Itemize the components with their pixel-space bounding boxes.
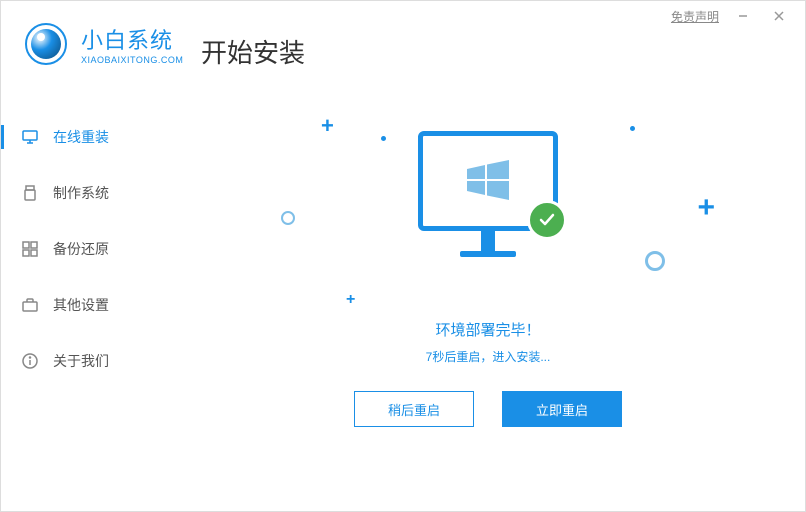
minimize-button[interactable] <box>731 4 755 28</box>
info-icon <box>21 352 39 370</box>
restart-now-button[interactable]: 立即重启 <box>502 391 622 427</box>
titlebar: 免责声明 <box>671 1 805 31</box>
disclaimer-link[interactable]: 免责声明 <box>671 8 719 25</box>
sidebar-item-about[interactable]: 关于我们 <box>21 333 161 389</box>
windows-icon <box>463 159 513 203</box>
sidebar: 在线重装 制作系统 备份还原 其他设置 关于我们 <box>1 109 161 389</box>
main-content: + + + 环境部署完毕！ 7秒后重启，进入安装... <box>201 101 775 481</box>
close-button[interactable] <box>767 4 791 28</box>
status: 环境部署完毕！ 7秒后重启，进入安装... <box>201 319 775 365</box>
page-title: 开始安装 <box>201 33 305 70</box>
brand-domain: XIAOBAIXITONG.COM <box>81 55 183 65</box>
sidebar-item-label: 关于我们 <box>53 351 109 371</box>
circle-icon <box>281 211 295 225</box>
briefcase-icon <box>21 296 39 314</box>
illustration: + + + <box>201 101 775 301</box>
header: 小白系统 XIAOBAIXITONG.COM <box>25 23 183 65</box>
brand: 小白系统 XIAOBAIXITONG.COM <box>81 23 183 65</box>
sidebar-item-make-system[interactable]: 制作系统 <box>21 165 161 221</box>
sidebar-item-label: 制作系统 <box>53 183 109 203</box>
plus-icon: + <box>697 191 715 225</box>
monitor-icon <box>21 128 39 146</box>
plus-icon: + <box>346 291 355 309</box>
usb-icon <box>21 184 39 202</box>
monitor-illustration <box>418 131 558 257</box>
logo-icon <box>25 23 67 65</box>
status-title: 环境部署完毕！ <box>201 319 775 340</box>
plus-icon: + <box>321 113 334 139</box>
sidebar-item-backup[interactable]: 备份还原 <box>21 221 161 277</box>
dot-icon <box>381 136 386 141</box>
circle-icon <box>645 251 665 271</box>
restart-later-button[interactable]: 稍后重启 <box>354 391 474 427</box>
grid-icon <box>21 240 39 258</box>
check-icon <box>527 200 567 240</box>
sidebar-item-label: 其他设置 <box>53 295 109 315</box>
sidebar-item-label: 备份还原 <box>53 239 109 259</box>
dot-icon <box>630 126 635 131</box>
actions: 稍后重启 立即重启 <box>201 391 775 427</box>
sidebar-item-reinstall[interactable]: 在线重装 <box>21 109 161 165</box>
sidebar-item-label: 在线重装 <box>53 127 109 147</box>
brand-name: 小白系统 <box>81 23 183 55</box>
status-subtitle: 7秒后重启，进入安装... <box>201 348 775 365</box>
sidebar-item-settings[interactable]: 其他设置 <box>21 277 161 333</box>
